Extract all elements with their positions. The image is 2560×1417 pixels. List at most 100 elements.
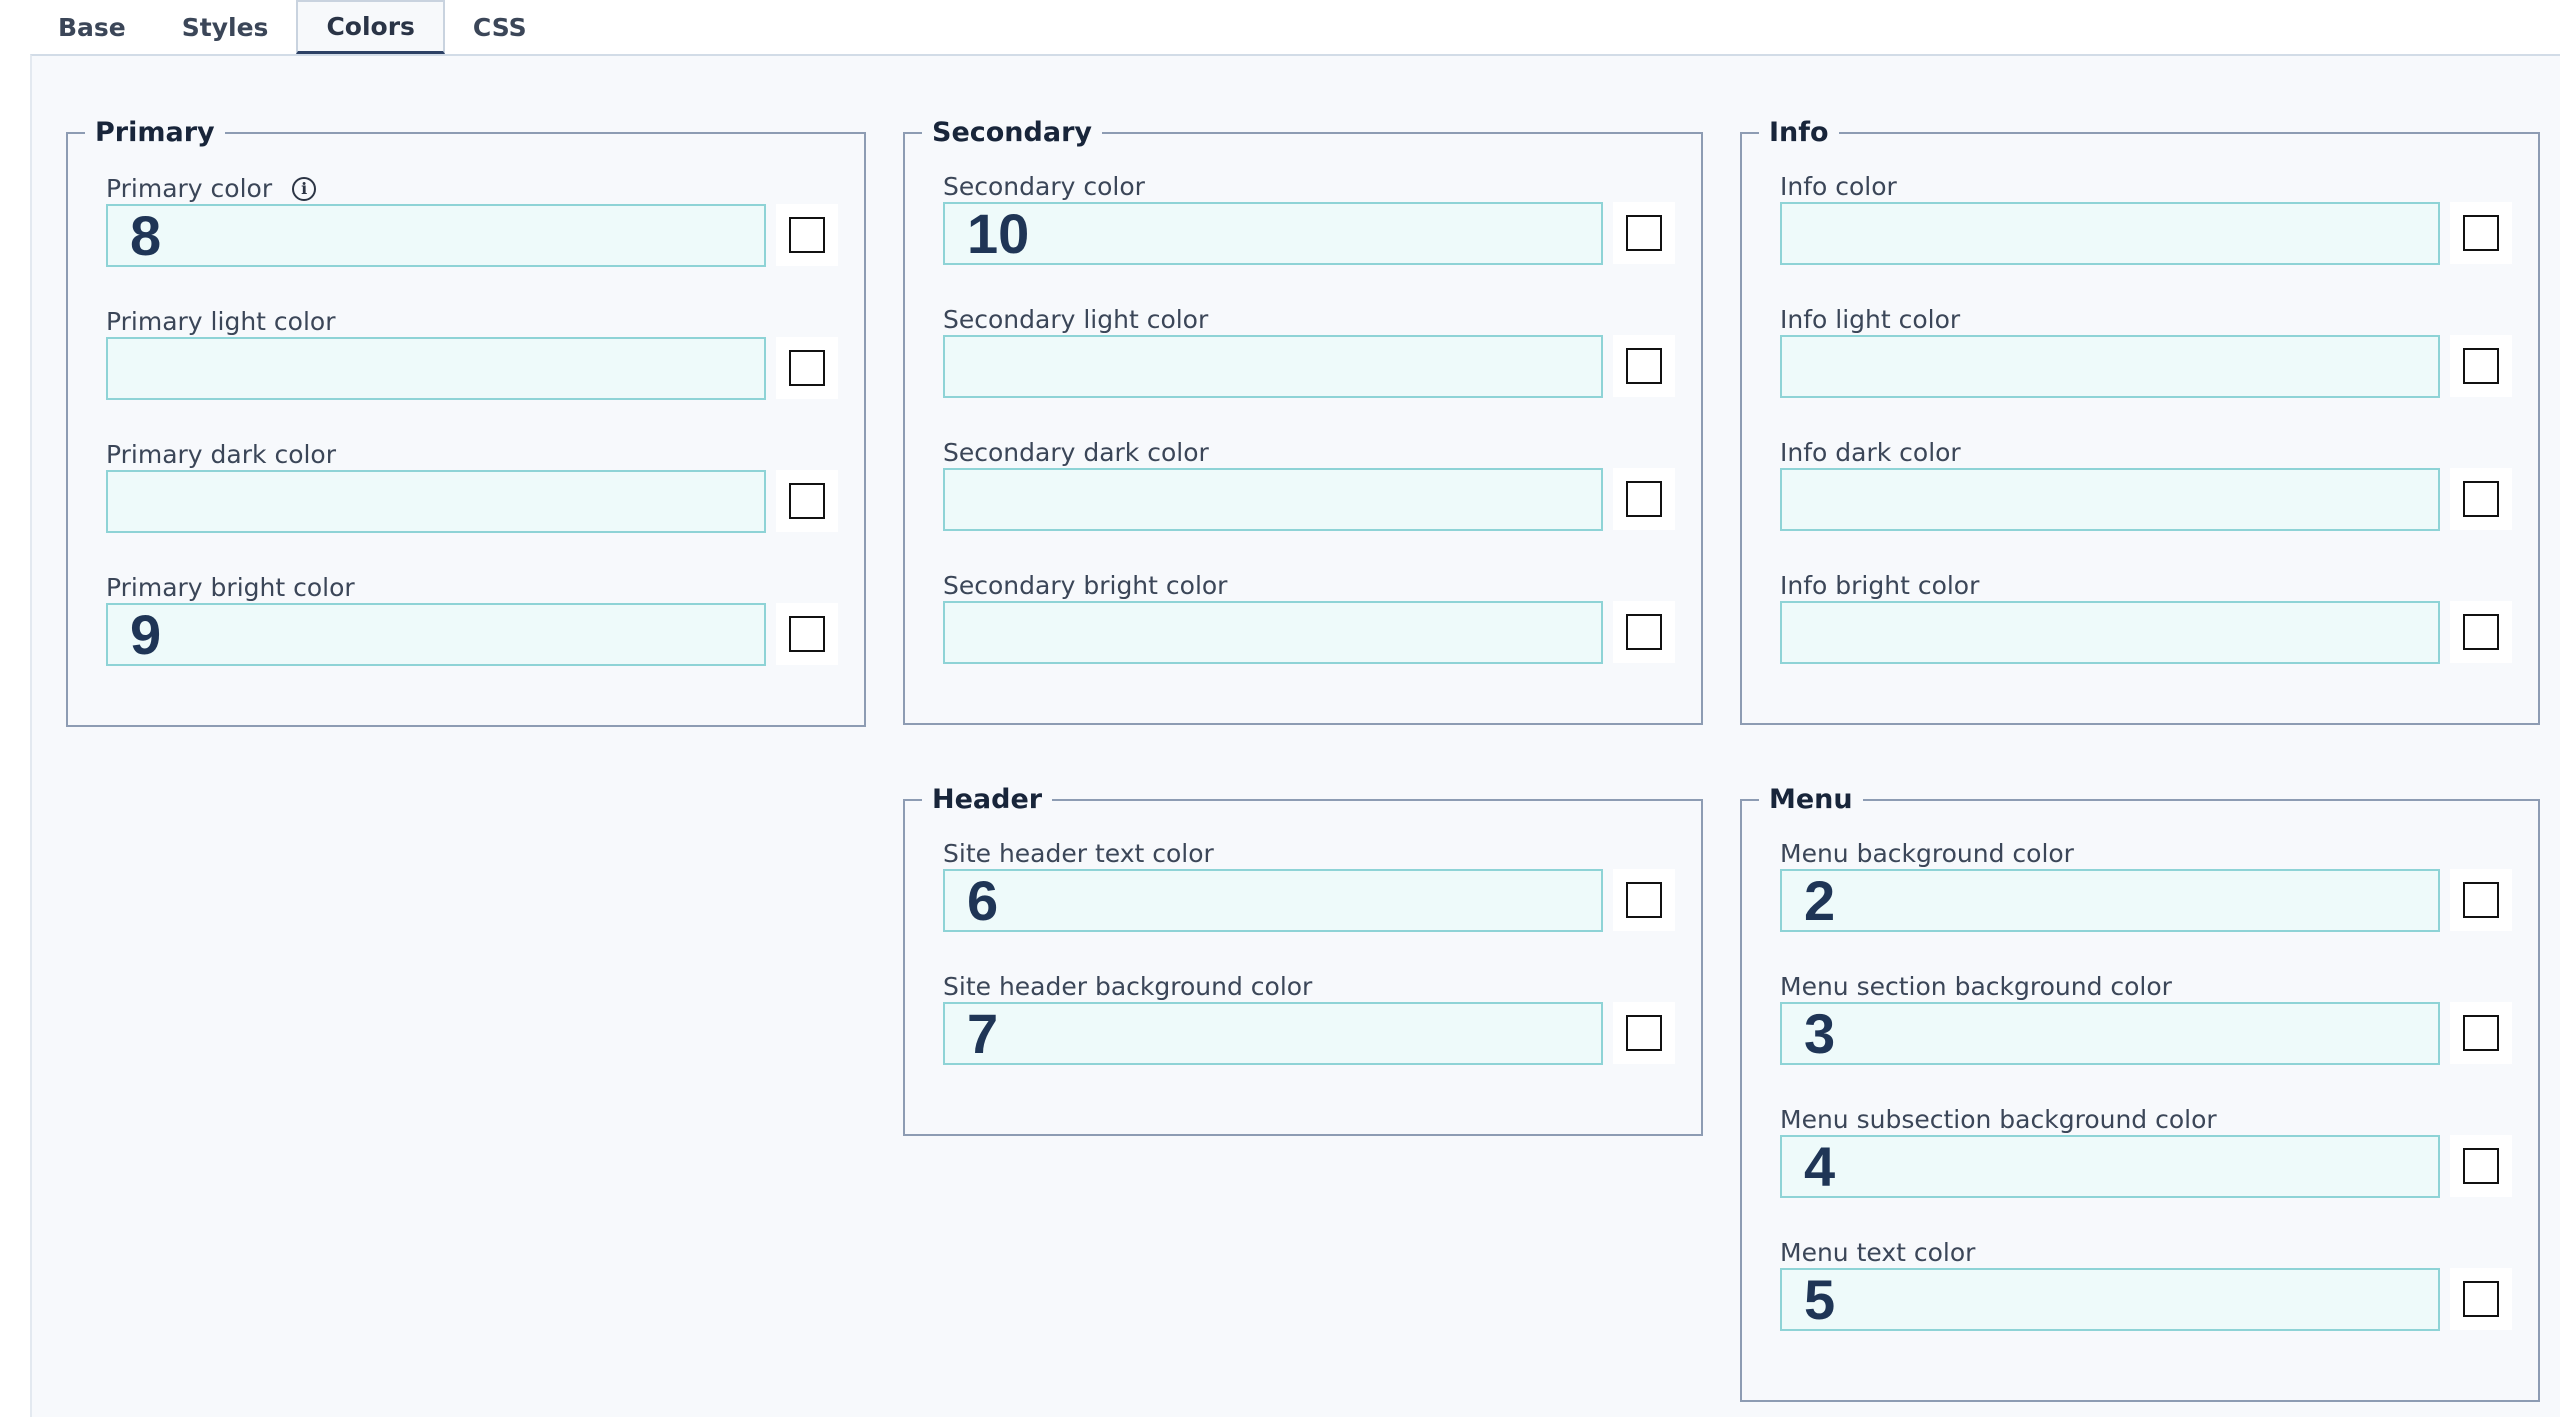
secondary-dark-color-checkbox[interactable] xyxy=(1613,468,1675,530)
menu-section-background-color-input[interactable] xyxy=(1780,1002,2440,1065)
info-light-color-checkbox[interactable] xyxy=(2450,335,2512,397)
primary-group: Primary Primary color i Primary light co… xyxy=(66,117,866,727)
secondary-dark-color-input[interactable] xyxy=(943,468,1603,531)
info-color-checkbox[interactable] xyxy=(2450,202,2512,264)
checkbox-box[interactable] xyxy=(789,483,825,519)
secondary-light-color-field: Secondary light color xyxy=(943,305,1703,425)
checkbox-box[interactable] xyxy=(1626,215,1662,251)
secondary-dark-color-field: Secondary dark color xyxy=(943,438,1703,558)
secondary-bright-color-label: Secondary bright color xyxy=(943,571,1228,600)
checkbox-box[interactable] xyxy=(2463,348,2499,384)
info-bright-color-label: Info bright color xyxy=(1780,571,1980,600)
secondary-group: Secondary Secondary color Secondary ligh… xyxy=(903,117,1703,725)
menu-subsection-background-color-field: Menu subsection background color xyxy=(1780,1105,2540,1225)
checkbox-box[interactable] xyxy=(2463,1281,2499,1317)
secondary-bright-color-checkbox[interactable] xyxy=(1613,601,1675,663)
info-light-color-label: Info light color xyxy=(1780,305,1961,334)
menu-background-color-checkbox[interactable] xyxy=(2450,869,2512,931)
primary-legend: Primary xyxy=(95,117,215,148)
info-bright-color-checkbox[interactable] xyxy=(2450,601,2512,663)
primary-bright-color-input[interactable] xyxy=(106,603,766,666)
menu-section-background-color-label: Menu section background color xyxy=(1780,972,2172,1001)
info-bright-color-field: Info bright color xyxy=(1780,571,2540,691)
tab-styles[interactable]: Styles xyxy=(154,0,297,54)
primary-color-label: Primary color i xyxy=(106,174,317,203)
menu-legend: Menu xyxy=(1769,784,1853,815)
secondary-light-color-input[interactable] xyxy=(943,335,1603,398)
tab-colors[interactable]: Colors xyxy=(296,0,445,54)
checkbox-box[interactable] xyxy=(1626,882,1662,918)
checkbox-box[interactable] xyxy=(1626,481,1662,517)
primary-bright-color-label: Primary bright color xyxy=(106,573,355,602)
primary-dark-color-checkbox[interactable] xyxy=(776,470,838,532)
checkbox-box[interactable] xyxy=(2463,882,2499,918)
tab-base[interactable]: Base xyxy=(30,0,154,54)
secondary-light-color-label: Secondary light color xyxy=(943,305,1209,334)
primary-dark-color-input[interactable] xyxy=(106,470,766,533)
menu-text-color-label: Menu text color xyxy=(1780,1238,1976,1267)
secondary-light-color-checkbox[interactable] xyxy=(1613,335,1675,397)
info-light-color-input[interactable] xyxy=(1780,335,2440,398)
menu-text-color-checkbox[interactable] xyxy=(2450,1268,2512,1330)
info-bright-color-input[interactable] xyxy=(1780,601,2440,664)
checkbox-box[interactable] xyxy=(2463,614,2499,650)
site-header-background-color-field: Site header background color xyxy=(943,972,1703,1092)
info-light-color-field: Info light color xyxy=(1780,305,2540,425)
menu-group: Menu Menu background color Menu section … xyxy=(1740,784,2540,1402)
checkbox-box[interactable] xyxy=(2463,1148,2499,1184)
checkbox-box[interactable] xyxy=(789,350,825,386)
primary-color-label-text: Primary color xyxy=(106,174,273,203)
info-color-label: Info color xyxy=(1780,172,1897,201)
header-legend: Header xyxy=(932,784,1043,815)
site-header-text-color-input[interactable] xyxy=(943,869,1603,932)
secondary-color-input[interactable] xyxy=(943,202,1603,265)
info-dark-color-label: Info dark color xyxy=(1780,438,1961,467)
site-header-background-color-label: Site header background color xyxy=(943,972,1313,1001)
checkbox-box[interactable] xyxy=(1626,348,1662,384)
checkbox-box[interactable] xyxy=(2463,1015,2499,1051)
menu-subsection-background-color-checkbox[interactable] xyxy=(2450,1135,2512,1197)
primary-light-color-field: Primary light color xyxy=(106,307,866,427)
menu-text-color-input[interactable] xyxy=(1780,1268,2440,1331)
site-header-text-color-checkbox[interactable] xyxy=(1613,869,1675,931)
secondary-color-checkbox[interactable] xyxy=(1613,202,1675,264)
info-circle-icon[interactable]: i xyxy=(292,176,317,201)
secondary-legend: Secondary xyxy=(932,117,1092,148)
secondary-dark-color-label: Secondary dark color xyxy=(943,438,1209,467)
info-legend: Info xyxy=(1769,117,1829,148)
menu-text-color-field: Menu text color xyxy=(1780,1238,2540,1358)
menu-background-color-field: Menu background color xyxy=(1780,839,2540,959)
secondary-color-label: Secondary color xyxy=(943,172,1145,201)
checkbox-box[interactable] xyxy=(789,217,825,253)
primary-dark-color-field: Primary dark color xyxy=(106,440,866,560)
primary-bright-color-field: Primary bright color xyxy=(106,573,866,693)
secondary-bright-color-input[interactable] xyxy=(943,601,1603,664)
info-color-field: Info color xyxy=(1780,172,2540,292)
header-group: Header Site header text color Site heade… xyxy=(903,784,1703,1136)
menu-subsection-background-color-input[interactable] xyxy=(1780,1135,2440,1198)
menu-section-background-color-checkbox[interactable] xyxy=(2450,1002,2512,1064)
info-dark-color-input[interactable] xyxy=(1780,468,2440,531)
primary-light-color-checkbox[interactable] xyxy=(776,337,838,399)
site-header-background-color-input[interactable] xyxy=(943,1002,1603,1065)
primary-color-field: Primary color i xyxy=(106,174,866,294)
tab-bar: Base Styles Colors CSS xyxy=(30,0,2560,54)
checkbox-box[interactable] xyxy=(1626,1015,1662,1051)
primary-bright-color-checkbox[interactable] xyxy=(776,603,838,665)
primary-color-checkbox[interactable] xyxy=(776,204,838,266)
secondary-bright-color-field: Secondary bright color xyxy=(943,571,1703,691)
info-dark-color-field: Info dark color xyxy=(1780,438,2540,558)
primary-color-input[interactable] xyxy=(106,204,766,267)
checkbox-box[interactable] xyxy=(2463,215,2499,251)
checkbox-box[interactable] xyxy=(2463,481,2499,517)
checkbox-box[interactable] xyxy=(1626,614,1662,650)
info-dark-color-checkbox[interactable] xyxy=(2450,468,2512,530)
checkbox-box[interactable] xyxy=(789,616,825,652)
primary-light-color-label: Primary light color xyxy=(106,307,336,336)
primary-light-color-input[interactable] xyxy=(106,337,766,400)
site-header-background-color-checkbox[interactable] xyxy=(1613,1002,1675,1064)
menu-background-color-input[interactable] xyxy=(1780,869,2440,932)
tab-css[interactable]: CSS xyxy=(445,0,555,54)
colors-panel: Primary Primary color i Primary light co… xyxy=(30,54,2560,1417)
info-color-input[interactable] xyxy=(1780,202,2440,265)
